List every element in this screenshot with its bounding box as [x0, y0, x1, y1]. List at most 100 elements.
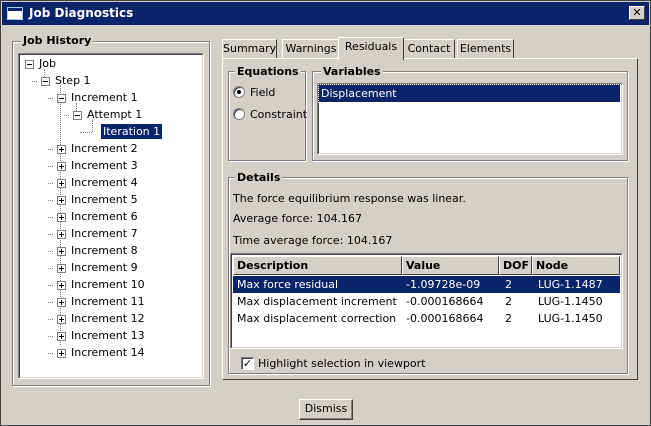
tree-box-vline — [61, 334, 62, 339]
tab-summary[interactable]: Summary — [222, 39, 277, 59]
window-icon — [7, 7, 23, 20]
tree-item[interactable]: Iteration 1 — [21, 123, 201, 141]
expand-icon[interactable] — [57, 213, 66, 222]
tab-contact[interactable]: Contact — [403, 39, 455, 59]
table-cell-dof: 2 — [505, 295, 512, 308]
tree-item[interactable]: Job — [21, 56, 201, 73]
tree-item[interactable]: Increment 8 — [21, 243, 201, 260]
expand-icon[interactable] — [57, 332, 66, 341]
tree-item[interactable]: Step 1 — [21, 73, 201, 90]
tree-item[interactable]: Increment 3 — [21, 158, 201, 175]
tree-box-vline — [61, 351, 62, 356]
job-diagnostics-window: Job Diagnostics ✕ Job History Job Step 1 I… — [0, 0, 651, 426]
collapse-icon[interactable] — [57, 94, 66, 103]
column-header-description[interactable]: Description — [233, 256, 402, 275]
tree-box-vline — [61, 164, 62, 169]
tree-items: Job Step 1 Increment 1 Attempt 1 Iteration 1… — [21, 56, 201, 376]
details-line-average-force: Average force: 104.167 — [233, 212, 363, 225]
tree-item-label: Increment 10 — [71, 278, 145, 291]
radio-label-constraint[interactable]: Constraint — [250, 108, 307, 121]
collapse-icon[interactable] — [41, 77, 50, 86]
tree-box-vline — [61, 147, 62, 152]
checkmark-icon: ✓ — [242, 357, 253, 370]
tree-item-label: Increment 3 — [71, 159, 138, 172]
tree-item[interactable]: Increment 7 — [21, 226, 201, 243]
tree-connector — [64, 115, 69, 116]
collapse-icon[interactable] — [25, 60, 34, 69]
table-cell-value: -0.000168664 — [406, 312, 484, 325]
collapse-icon[interactable] — [73, 111, 82, 120]
tree-item-label: Increment 1 — [71, 91, 138, 104]
expand-icon[interactable] — [57, 281, 66, 290]
expand-icon[interactable] — [57, 145, 66, 154]
tree-item-label: Increment 11 — [71, 295, 145, 308]
tree-item[interactable]: Increment 6 — [21, 209, 201, 226]
job-history-tree[interactable]: Job Step 1 Increment 1 Attempt 1 Iteration 1… — [18, 53, 204, 379]
highlight-selection-checkbox[interactable]: ✓ — [241, 357, 254, 370]
tree-item[interactable]: Increment 9 — [21, 260, 201, 277]
job-history-label: Job History — [21, 34, 94, 47]
radio-constraint[interactable] — [233, 108, 245, 120]
close-icon: ✕ — [632, 6, 642, 19]
tree-connector — [48, 268, 53, 269]
tree-box-vline — [61, 317, 62, 322]
expand-icon[interactable] — [57, 162, 66, 171]
tree-box-vline — [61, 232, 62, 237]
expand-icon[interactable] — [57, 196, 66, 205]
variables-label: Variables — [321, 65, 383, 78]
radio-field[interactable] — [233, 86, 245, 98]
tree-box-vline — [61, 249, 62, 254]
column-header-node[interactable]: Node — [532, 256, 620, 275]
tree-item[interactable]: Increment 13 — [21, 328, 201, 345]
tree-item[interactable]: Increment 4 — [21, 175, 201, 192]
window-title: Job Diagnostics — [29, 6, 134, 20]
tree-item[interactable]: Increment 2 — [21, 141, 201, 158]
tree-connector — [48, 251, 53, 252]
column-header-value[interactable]: Value — [402, 256, 499, 275]
tree-connector — [48, 302, 53, 303]
tree-item[interactable]: Increment 11 — [21, 294, 201, 311]
expand-icon[interactable] — [57, 349, 66, 358]
tree-item-label: Attempt 1 — [87, 108, 143, 121]
tree-item[interactable]: Increment 12 — [21, 311, 201, 328]
tree-box-hline — [43, 81, 48, 82]
table-row[interactable]: Max force residual -1.09728e-09 2 LUG-1.148… — [233, 276, 620, 293]
tree-box-vline — [61, 283, 62, 288]
tree-box-hline — [59, 98, 64, 99]
highlight-selection-label[interactable]: Highlight selection in viewport — [258, 357, 426, 370]
expand-icon[interactable] — [57, 298, 66, 307]
tree-item[interactable]: Attempt 1 — [21, 107, 201, 124]
tab-elements[interactable]: Elements — [457, 39, 514, 59]
table-row[interactable]: Max displacement correction -0.000168664 2… — [233, 310, 620, 327]
table-cell-description: Max force residual — [237, 278, 339, 291]
expand-icon[interactable] — [57, 247, 66, 256]
table-row[interactable]: Max displacement increment -0.000168664 2 L… — [233, 293, 620, 310]
dismiss-button[interactable]: Dismiss — [299, 399, 353, 420]
tree-item-label: Increment 4 — [71, 176, 138, 189]
details-label: Details — [235, 171, 283, 184]
tree-connector — [48, 200, 53, 201]
close-button[interactable]: ✕ — [629, 6, 645, 20]
tree-item[interactable]: Increment 14 — [21, 345, 201, 362]
table-cell-value: -0.000168664 — [406, 295, 484, 308]
tree-item-label: Increment 7 — [71, 227, 138, 240]
title-bar[interactable]: Job Diagnostics ✕ — [2, 2, 649, 25]
variable-item-displacement[interactable]: Displacement — [318, 84, 621, 103]
residuals-table: Description Value DOF Node Max force res… — [230, 253, 623, 349]
tree-item[interactable]: Increment 5 — [21, 192, 201, 209]
expand-icon[interactable] — [57, 264, 66, 273]
expand-icon[interactable] — [57, 230, 66, 239]
tree-connector — [48, 234, 53, 235]
tree-item[interactable]: Increment 1 — [21, 90, 201, 107]
tree-connector — [48, 98, 53, 99]
tree-item[interactable]: Increment 10 — [21, 277, 201, 294]
expand-icon[interactable] — [57, 179, 66, 188]
radio-label-field[interactable]: Field — [250, 86, 275, 99]
variables-list[interactable]: Displacement — [317, 83, 623, 155]
tree-box-hline — [27, 64, 32, 65]
expand-icon[interactable] — [57, 315, 66, 324]
tab-warnings[interactable]: Warnings — [282, 39, 340, 59]
column-header-dof[interactable]: DOF — [499, 256, 532, 275]
table-cell-node: LUG-1.1450 — [538, 295, 603, 308]
tab-residuals[interactable]: Residuals — [338, 37, 404, 60]
